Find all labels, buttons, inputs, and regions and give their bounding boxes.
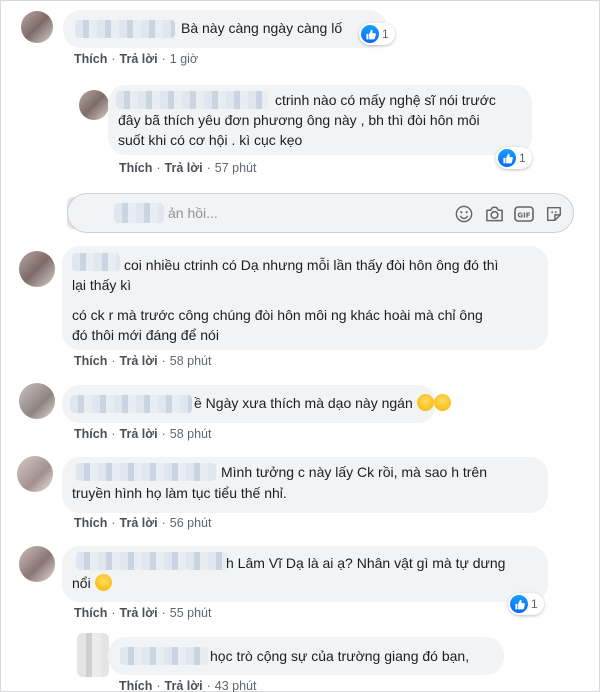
like-link[interactable]: Thích [119, 161, 152, 175]
comment-text: ề Ngày xưa thích mà dạo này ngán [194, 394, 451, 413]
reply-input[interactable]: ản hồi... GIF [67, 193, 574, 233]
timestamp[interactable]: 58 phút [170, 427, 212, 441]
gif-icon[interactable]: GIF [513, 203, 535, 225]
sticker-icon[interactable] [543, 203, 565, 225]
comment-text-line: h Lâm Vĩ Dạ là ai ạ? Nhân vật gì mà tự d… [226, 555, 506, 571]
like-link[interactable]: Thích [74, 427, 107, 441]
avatar[interactable] [17, 456, 53, 492]
reply-placeholder: ản hồi... [168, 205, 218, 221]
like-link[interactable]: Thích [74, 516, 107, 530]
comment-bubble: ctrinh nào có mấy nghệ sĩ nói trước đây … [108, 85, 532, 155]
comment-actions: Thích · Trả lời · 56 phút [74, 516, 212, 530]
laughing-emoji-icon [416, 394, 434, 411]
avatar[interactable] [79, 90, 109, 120]
comment-bubble: học trò cộng sự của trường giang đó bạn, [108, 637, 504, 675]
comment-text-line: đây bã thích yêu đơn phương ông này , bh… [118, 112, 480, 128]
comment-bubble: coi nhiều ctrinh có Dạ nhưng mỗi lần thấ… [62, 246, 548, 350]
blurred-author-name [120, 647, 208, 665]
like-icon [361, 25, 379, 43]
reaction-count[interactable]: 1 [359, 23, 395, 45]
avatar[interactable] [19, 251, 55, 287]
reaction-number: 1 [382, 27, 389, 41]
comment-text: học trò cộng sự của trường giang đó bạn, [210, 648, 470, 664]
reaction-count[interactable]: 1 [496, 147, 532, 169]
comment-actions: Thích · Trả lời · 58 phút [74, 427, 212, 441]
comment-actions: Thích · Trả lời · 55 phút [74, 606, 212, 620]
composer-icons: GIF [453, 203, 565, 225]
comment-bubble: h Lâm Vĩ Dạ là ai ạ? Nhân vật gì mà tự d… [62, 546, 548, 602]
like-link[interactable]: Thích [74, 52, 107, 66]
comment-bubble: Mình tưởng c này lấy Ck rồi, mà sao h tr… [62, 457, 548, 513]
comment-text-line: nổi [72, 574, 112, 593]
laughing-emoji-icon [433, 394, 451, 411]
reply-link[interactable]: Trả lời [165, 679, 203, 692]
timestamp[interactable]: 58 phút [170, 354, 212, 368]
reaction-number: 1 [519, 151, 526, 165]
comment-actions: Thích · Trả lời · 43 phút [119, 679, 257, 692]
reply-link[interactable]: Trả lời [120, 516, 158, 530]
like-icon [498, 149, 516, 167]
comment-text-line: ctrinh nào có mấy nghệ sĩ nói trước [275, 92, 496, 108]
reply-link[interactable]: Trả lời [120, 427, 158, 441]
blurred-author-name [76, 552, 228, 570]
blurred-author-name [70, 395, 192, 413]
rolling-eyes-emoji-icon [94, 574, 112, 591]
timestamp[interactable]: 55 phút [170, 606, 212, 620]
svg-text:GIF: GIF [517, 212, 530, 220]
avatar[interactable] [19, 383, 55, 419]
timestamp[interactable]: 43 phút [215, 679, 257, 692]
comment-text-line: Mình tưởng c này lấy Ck rồi, mà sao h tr… [221, 464, 487, 480]
avatar[interactable] [21, 11, 53, 43]
blurred-author-name [75, 20, 175, 38]
timestamp[interactable]: 1 giờ [170, 52, 198, 66]
camera-icon[interactable] [483, 203, 505, 225]
comment-bubble: Bà này càng ngày càng lố [63, 10, 387, 48]
blurred-name [114, 203, 164, 223]
like-link[interactable]: Thích [74, 606, 107, 620]
comment-bubble: ề Ngày xưa thích mà dạo này ngán [62, 385, 451, 423]
blurred-author-name [116, 91, 268, 109]
comment-text: Bà này càng ngày càng lố [181, 20, 343, 36]
avatar[interactable] [19, 546, 55, 582]
comment-text-line: đó thôi mới đáng để nói [72, 327, 219, 343]
comment-actions: Thích · Trả lời · 58 phút [74, 354, 212, 368]
like-link[interactable]: Thích [119, 679, 152, 692]
timestamp[interactable]: 56 phút [170, 516, 212, 530]
comment-text-line: truyền hình họ làm tục tiểu thế nhỉ. [72, 485, 287, 501]
timestamp[interactable]: 57 phút [215, 161, 257, 175]
reaction-count[interactable]: 1 [508, 593, 544, 615]
emoji-icon[interactable] [453, 203, 475, 225]
comment-text-line: có ck r mà trước công chúng đòi hôn môi … [72, 307, 483, 323]
comment-text-line: coi nhiều ctrinh có Dạ nhưng mỗi lần thấ… [124, 257, 499, 273]
reply-link[interactable]: Trả lời [120, 354, 158, 368]
reply-link[interactable]: Trả lời [165, 161, 203, 175]
like-icon [510, 595, 528, 613]
blurred-avatar [77, 633, 109, 677]
comment-thread: Bà này càng ngày càng lố 1 Thích · Trả lời… [0, 0, 600, 692]
reply-link[interactable]: Trả lời [120, 606, 158, 620]
reply-link[interactable]: Trả lời [120, 52, 158, 66]
comment-text-line: lại thấy kì [72, 277, 132, 293]
blurred-author-name [76, 463, 216, 481]
comment-text-line: suốt khi có cơ hội . kì cục kẹo [118, 132, 303, 148]
reaction-number: 1 [531, 597, 538, 611]
like-link[interactable]: Thích [74, 354, 107, 368]
comment-actions: Thích · Trả lời · 1 giờ [74, 52, 199, 66]
comment-actions: Thích · Trả lời · 57 phút [119, 161, 257, 175]
blurred-author-name [72, 253, 120, 271]
